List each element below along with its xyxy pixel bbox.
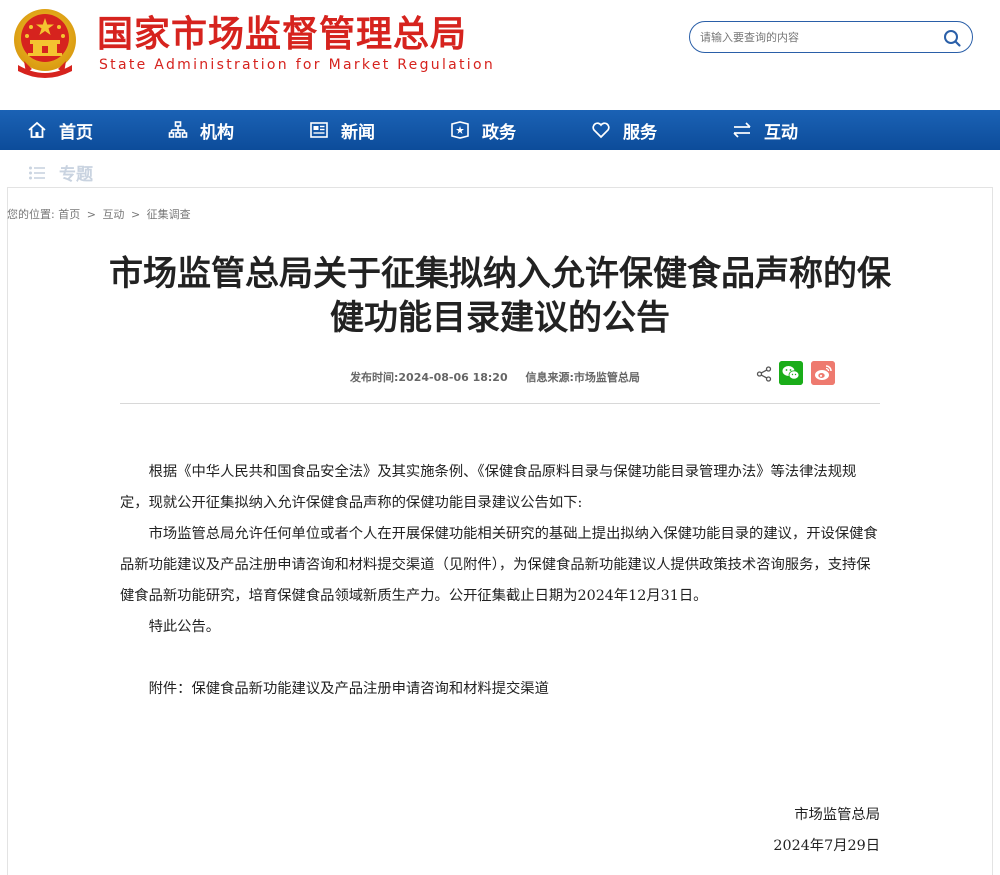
breadcrumb: 您的位置: 首页 > 互动 > 征集调查 (7, 206, 191, 222)
nav-label: 政务 (482, 122, 516, 143)
article-paragraph: 特此公告。 (148, 619, 221, 635)
search-icon[interactable] (942, 28, 962, 48)
article-body: 根据《中华人民共和国食品安全法》及其实施条例、《保健食品原料目录与保健功能目录管… (120, 457, 880, 705)
nav-item-services[interactable]: 服务 (591, 110, 657, 150)
nav-item-organization[interactable]: 机构 (168, 110, 234, 150)
nav-label: 互动 (764, 122, 798, 143)
wechat-share-icon[interactable] (779, 361, 803, 385)
news-icon (310, 122, 328, 138)
swap-arrows-icon (733, 122, 751, 138)
article-paragraph: 市场监管总局允许任何单位或者个人在开展保健功能相关研究的基础上提出拟纳入保健功能… (120, 526, 878, 604)
nav-item-topics[interactable]: 专题 (27, 160, 93, 185)
source-label: 信息来源: (525, 371, 574, 384)
breadcrumb-link-home[interactable]: 首页 (58, 208, 80, 221)
site-header: 国家市场监督管理总局 State Administration for Mark… (0, 0, 1000, 110)
nav-label: 专题 (59, 165, 93, 185)
national-emblem-icon[interactable] (12, 7, 78, 79)
weibo-share-icon[interactable] (811, 361, 835, 385)
nav-label: 机构 (200, 122, 234, 143)
nav-item-interaction[interactable]: 互动 (732, 110, 798, 150)
site-title[interactable]: 国家市场监督管理总局 (97, 11, 467, 59)
nav-item-news[interactable]: 新闻 (309, 110, 375, 150)
nav-label: 服务 (623, 122, 657, 143)
breadcrumb-prefix: 您的位置: (7, 208, 55, 221)
article-paragraph: 根据《中华人民共和国食品安全法》及其实施条例、《保健食品原料目录与保健功能目录管… (120, 464, 857, 511)
breadcrumb-link-interaction[interactable]: 互动 (102, 208, 124, 221)
search-box (689, 21, 973, 53)
home-icon (28, 121, 46, 138)
list-icon (29, 166, 45, 179)
main-nav: 首页 机构 新闻 政务 服务 互动 (0, 110, 1000, 150)
article-meta: 发布时间:2024-08-06 18:20 信息来源:市场监管总局 (350, 369, 640, 385)
signoff-org: 市场监管总局 (794, 807, 880, 823)
nav-label: 新闻 (341, 122, 375, 143)
publish-time: 2024-08-06 18:20 (398, 371, 508, 384)
breadcrumb-separator: > (130, 208, 141, 221)
site-subtitle[interactable]: State Administration for Market Regulati… (99, 57, 495, 73)
share-icon[interactable] (756, 366, 772, 382)
source-value: 市场监管总局 (573, 371, 640, 384)
attachment-link[interactable]: 附件：保健食品新功能建议及产品注册申请咨询和材料提交渠道 (120, 674, 880, 705)
article-title: 市场监管总局关于征集拟纳入允许保健食品声称的保健功能目录建议的公告 (109, 254, 891, 338)
heart-icon (592, 122, 610, 139)
sub-nav: 专题 (0, 150, 1000, 190)
search-input[interactable] (700, 27, 930, 47)
signoff-date: 2024年7月29日 (773, 838, 880, 854)
org-chart-icon (168, 121, 188, 138)
nav-item-home[interactable]: 首页 (27, 110, 93, 150)
title-divider (120, 403, 880, 404)
article-signoff: 市场监管总局 2024年7月29日 (773, 800, 880, 862)
breadcrumb-separator: > (86, 208, 96, 221)
nav-item-government-affairs[interactable]: 政务 (450, 110, 516, 150)
publish-time-label: 发布时间: (350, 371, 399, 384)
breadcrumb-link-survey[interactable]: 征集调查 (147, 208, 191, 221)
government-icon (451, 121, 469, 139)
nav-label: 首页 (59, 122, 93, 143)
